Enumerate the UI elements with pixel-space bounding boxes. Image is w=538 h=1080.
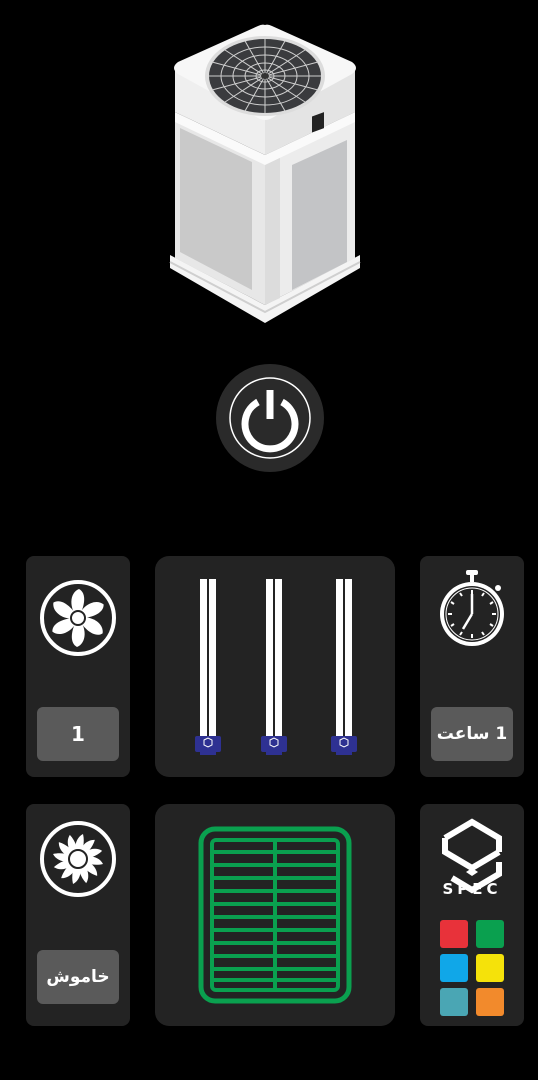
filter-grille-icon xyxy=(198,826,352,1004)
power-icon xyxy=(229,377,311,459)
color-swatch-red[interactable] xyxy=(440,920,468,948)
filter-panel[interactable] xyxy=(155,804,395,1026)
color-swatch-teal[interactable] xyxy=(440,988,468,1016)
air-purifier-image xyxy=(169,24,361,323)
fan-speed-button[interactable]: 1 xyxy=(37,707,119,761)
color-swatch-orange[interactable] xyxy=(476,988,504,1016)
timer-panel: 1 ساعت xyxy=(420,556,524,777)
timer-button[interactable]: 1 ساعت xyxy=(431,707,513,761)
turbo-fan-button[interactable]: خاموش xyxy=(37,950,119,1004)
fan-speed-panel: 1 xyxy=(26,556,130,777)
turbo-fan-icon xyxy=(40,821,116,897)
stopwatch-icon xyxy=(440,570,504,646)
fan-icon xyxy=(40,580,116,656)
color-swatch-green[interactable] xyxy=(476,920,504,948)
uv-lamp-icon xyxy=(195,578,358,756)
power-button[interactable] xyxy=(216,364,324,472)
brand-panel: SPEC xyxy=(420,804,524,1026)
brand-name: SPEC xyxy=(442,880,502,898)
turbo-fan-panel: خاموش xyxy=(26,804,130,1026)
color-swatch-blue[interactable] xyxy=(440,954,468,982)
uv-lamps-panel[interactable] xyxy=(155,556,395,777)
color-swatch-yellow[interactable] xyxy=(476,954,504,982)
